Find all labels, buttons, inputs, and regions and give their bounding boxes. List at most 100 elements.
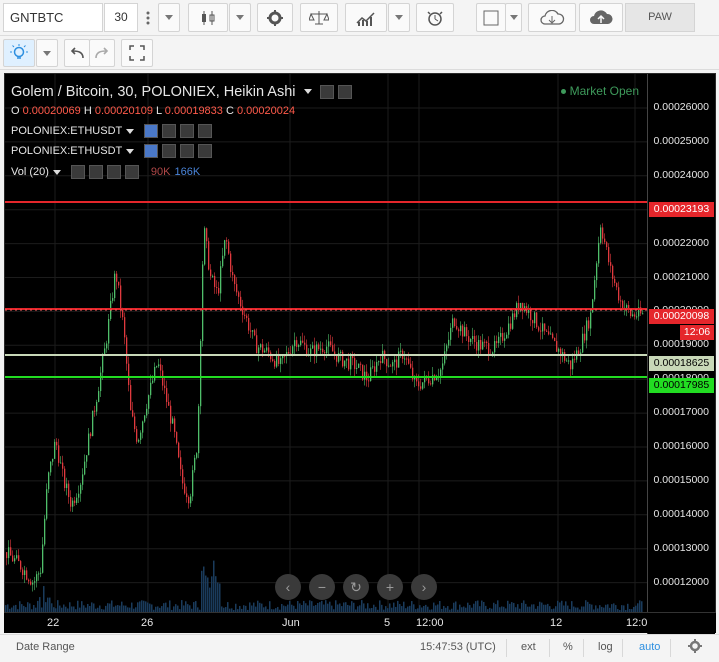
- indicator-row[interactable]: POLONIEX:ETHUSDT: [11, 144, 213, 158]
- price-axis[interactable]: 0.000260000.000250000.000240000.00023000…: [647, 74, 715, 634]
- volume-bar: [209, 587, 211, 614]
- chart-title[interactable]: Golem / Bitcoin, 30, POLONIEX, Heikin As…: [11, 84, 352, 100]
- interval-dropdown-button[interactable]: [158, 3, 180, 32]
- symbol-input[interactable]: GNTBTC: [3, 3, 103, 32]
- scroll-left-button[interactable]: ‹: [275, 574, 301, 600]
- chevron-down-icon[interactable]: [303, 89, 312, 94]
- time-tick-label: Jun: [282, 617, 300, 629]
- price-tag-label: 0.00017985: [649, 378, 714, 393]
- candle-body: [456, 326, 458, 330]
- price-tick-label: 0.00021000: [653, 270, 709, 283]
- candle-body: [360, 363, 362, 365]
- volume-bar: [217, 582, 219, 614]
- candle-body: [430, 383, 432, 385]
- redo-button[interactable]: [89, 39, 115, 67]
- time-axis[interactable]: 22 26 Jun 5 12:00 12 12:0: [4, 612, 716, 633]
- ideas-dropdown[interactable]: [36, 39, 58, 67]
- price-tag-label: 12:06: [680, 325, 714, 340]
- interval-input[interactable]: 30: [104, 3, 138, 32]
- fullscreen-button[interactable]: [121, 39, 153, 67]
- candle-body: [108, 318, 110, 344]
- candle-body: [72, 500, 74, 507]
- gear-icon[interactable]: [337, 85, 352, 100]
- load-layout-button[interactable]: [528, 3, 576, 32]
- candle-body: [600, 227, 602, 243]
- eye-icon[interactable]: [144, 144, 159, 158]
- alert-button[interactable]: [416, 3, 454, 32]
- candle-body: [40, 572, 42, 574]
- settings-button[interactable]: [688, 639, 702, 656]
- high-label: H: [83, 105, 92, 117]
- percent-toggle[interactable]: %: [563, 641, 573, 653]
- add-icon[interactable]: [106, 165, 121, 179]
- candle-body: [466, 327, 468, 337]
- chart-style-button[interactable]: [188, 3, 228, 32]
- close-icon[interactable]: [198, 144, 213, 158]
- candle-body: [470, 339, 472, 343]
- add-icon[interactable]: [180, 124, 195, 138]
- candle-body: [460, 325, 462, 332]
- candle-body: [298, 345, 300, 347]
- undo-button[interactable]: [64, 39, 90, 67]
- log-toggle[interactable]: log: [598, 641, 613, 653]
- candle-body: [564, 352, 566, 361]
- chevron-down-icon[interactable]: [126, 148, 135, 154]
- interval-menu-button[interactable]: [139, 3, 157, 32]
- indicators-dropdown[interactable]: [388, 3, 410, 32]
- eye-icon[interactable]: [144, 124, 159, 138]
- candle-body: [496, 341, 498, 344]
- close-icon[interactable]: [198, 124, 213, 138]
- indicators-button[interactable]: [345, 3, 387, 32]
- ideas-button[interactable]: [3, 39, 35, 67]
- layout-button[interactable]: [476, 3, 506, 32]
- zoom-out-button[interactable]: −: [309, 574, 335, 600]
- volume-bar: [201, 570, 203, 614]
- low-value: 0.00019833: [164, 105, 223, 117]
- add-icon[interactable]: [180, 144, 195, 158]
- candle-body: [156, 366, 158, 368]
- time-tick-label: 26: [141, 617, 154, 629]
- eye-icon[interactable]: [319, 85, 334, 100]
- settings-button[interactable]: [257, 3, 293, 32]
- close-icon[interactable]: [124, 165, 139, 179]
- gear-icon[interactable]: [162, 124, 177, 138]
- candle-body: [610, 262, 612, 266]
- reset-button[interactable]: ↻: [343, 574, 369, 600]
- account-label[interactable]: PAW: [625, 3, 695, 32]
- date-range-button[interactable]: Date Range: [16, 641, 75, 653]
- zoom-in-button[interactable]: +: [377, 574, 403, 600]
- volume-indicator-row[interactable]: Vol (20) 90K 166K: [11, 165, 200, 179]
- time-tick-label: 12:0: [626, 617, 648, 629]
- candle-body: [262, 344, 264, 353]
- gear-icon[interactable]: [88, 165, 103, 179]
- chart-pane[interactable]: Golem / Bitcoin, 30, POLONIEX, Heikin As…: [4, 73, 716, 634]
- candle-body: [200, 341, 202, 407]
- ohlc-readout: O 0.00020069 H 0.00020109 L 0.00019833 C…: [11, 105, 295, 117]
- extended-hours-toggle[interactable]: ext: [521, 641, 536, 653]
- auto-scale-toggle[interactable]: auto: [639, 641, 660, 653]
- chevron-down-icon[interactable]: [52, 169, 61, 175]
- kebab-icon: [146, 11, 150, 24]
- scroll-right-button[interactable]: ›: [411, 574, 437, 600]
- candle-body: [22, 569, 24, 576]
- candle-body: [364, 371, 366, 380]
- indicator-row[interactable]: POLONIEX:ETHUSDT: [11, 124, 213, 138]
- chart-style-dropdown[interactable]: [229, 3, 251, 32]
- candle-body: [134, 416, 136, 430]
- save-layout-button[interactable]: [579, 3, 623, 32]
- volume-label: Vol (20): [11, 166, 49, 178]
- compare-button[interactable]: [300, 3, 338, 32]
- candle-body: [620, 300, 622, 302]
- gear-icon[interactable]: [162, 144, 177, 158]
- candle-body: [488, 343, 490, 355]
- status-dot-icon: [560, 89, 566, 95]
- candle-body: [182, 469, 184, 484]
- eye-icon[interactable]: [70, 165, 85, 179]
- candle-body: [442, 363, 444, 370]
- candle-body: [150, 382, 152, 396]
- candle-body: [630, 309, 632, 317]
- layout-dropdown[interactable]: [505, 3, 522, 32]
- candle-body: [96, 401, 98, 412]
- candle-body: [52, 458, 54, 462]
- chevron-down-icon[interactable]: [126, 128, 135, 134]
